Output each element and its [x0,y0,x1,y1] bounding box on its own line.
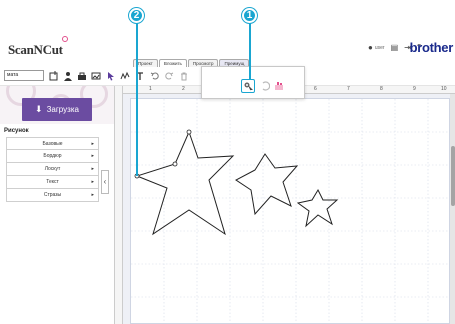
bag-icon[interactable] [76,70,87,81]
menu-item-label: Стразы [43,192,62,198]
menu-item-quilt[interactable]: Лоскут ▸ [6,163,99,176]
chevron-right-icon: ▸ [91,179,94,185]
app-logo: ScanNCut [8,42,63,58]
notes-icon[interactable]: ▤ [391,44,399,52]
chevron-right-icon: ▸ [91,153,94,159]
rotate-icon[interactable] [258,79,272,93]
menu-item-text[interactable]: Текст ▸ [6,176,99,189]
chevron-right-icon: ▸ [91,192,94,198]
callout-2: 2 [129,8,144,23]
star-shape-large[interactable] [135,130,235,236]
mat-select[interactable]: мата [4,70,44,81]
draw-icon[interactable] [119,70,130,81]
delete-icon[interactable] [178,70,189,81]
canvas-area[interactable]: 1 2 3 4 5 6 7 8 9 10 [114,86,455,324]
edit-popup [201,66,305,99]
menu-item-label: Лоскут [44,166,61,172]
upload-button[interactable]: ⬇ Загрузка [22,98,92,121]
menu-item-border[interactable]: Бордюр ▸ [6,150,99,163]
vertical-scrollbar[interactable] [450,94,455,324]
section-title: Рисунок [4,128,29,134]
person-icon[interactable] [62,70,73,81]
select-icon[interactable] [105,70,116,81]
app-window: ScanNCut ● user ▤ ⇥ ? brother Проект Вло… [0,0,455,324]
user-icon[interactable]: ● [368,44,373,52]
chevron-right-icon: ▸ [91,141,94,147]
header: ScanNCut ● user ▤ ⇥ ? brother Проект Вло… [0,0,455,68]
collapse-panel-button[interactable]: ‹ [101,170,109,194]
star-shape-medium[interactable] [235,153,299,216]
add-icon[interactable] [48,70,59,81]
callout-line-1 [249,22,251,80]
weld-icon[interactable] [272,79,286,93]
category-menu: Базовые ▸ Бордюр ▸ Лоскут ▸ Текст ▸ Стра… [6,137,99,202]
image-icon[interactable] [90,70,101,81]
tab-edit[interactable]: Вложить [158,59,187,67]
menu-item-basic[interactable]: Базовые ▸ [6,137,99,150]
logo-text: ScanNCut [8,42,63,57]
star-shape-small[interactable] [296,188,339,228]
logo-mark [62,36,68,42]
chevron-right-icon: ▸ [91,166,94,172]
edit-point[interactable] [172,161,178,167]
callout-line-2 [136,22,138,176]
redo-icon[interactable] [163,70,174,81]
design-shapes [134,129,339,236]
undo-icon[interactable] [149,70,160,81]
point-edit-icon[interactable] [241,79,255,93]
brand-logo: brother [409,40,454,55]
menu-item-label: Базовые [42,141,63,147]
menu-item-rhinestones[interactable]: Стразы ▸ [6,189,99,202]
edit-point[interactable] [186,129,192,135]
menu-item-label: Бордюр [43,153,62,159]
download-icon: ⬇ [35,104,43,114]
scrollbar-thumb[interactable] [451,146,455,206]
menu-item-label: Текст [46,179,59,185]
user-name: user [374,45,385,51]
upload-label: Загрузка [46,105,79,114]
callout-1: 1 [242,8,257,23]
